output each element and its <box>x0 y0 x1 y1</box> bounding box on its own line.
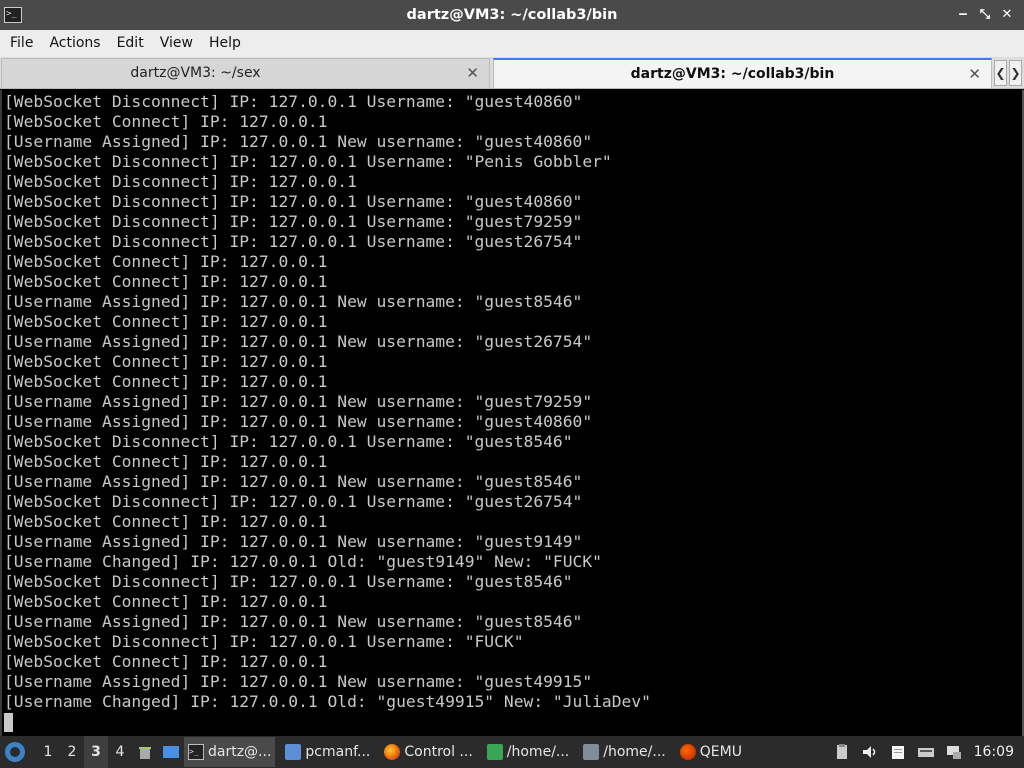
task-text-editor[interactable]: /home/... <box>483 737 573 767</box>
terminal-line: [WebSocket Disconnect] IP: 127.0.0.1 Use… <box>4 632 524 651</box>
network-icon[interactable] <box>945 743 963 761</box>
menu-bar: File Actions Edit View Help <box>0 30 1024 57</box>
terminal-line: [WebSocket Connect] IP: 127.0.0.1 <box>4 592 328 611</box>
feather-icon <box>583 744 600 760</box>
trash-icon[interactable] <box>134 736 156 768</box>
tab-sex[interactable]: dartz@VM3: ~/sex ✕ <box>1 58 490 88</box>
terminal-line: [WebSocket Connect] IP: 127.0.0.1 <box>4 452 328 471</box>
terminal-line: [WebSocket Connect] IP: 127.0.0.1 <box>4 512 328 531</box>
terminal-cursor <box>4 713 13 732</box>
close-button[interactable]: ✕ <box>996 4 1018 26</box>
terminal-line: [Username Changed] IP: 127.0.0.1 Old: "g… <box>4 692 651 711</box>
desktop-1-button[interactable]: 1 <box>36 736 60 768</box>
menu-view[interactable]: View <box>152 30 201 57</box>
terminal-line: [WebSocket Connect] IP: 127.0.0.1 <box>4 272 328 291</box>
tab-collab3-bin[interactable]: dartz@VM3: ~/collab3/bin ✕ <box>493 58 992 88</box>
notes-icon[interactable] <box>889 743 907 761</box>
volume-icon[interactable] <box>861 743 879 761</box>
task-label: QEMU <box>699 744 742 760</box>
menu-edit[interactable]: Edit <box>109 30 152 57</box>
terminal-line: [Username Assigned] IP: 127.0.0.1 New us… <box>4 392 593 411</box>
terminal-app-icon[interactable]: >_ <box>4 7 22 23</box>
taskbar: 1 2 3 4 >_ dartz@... pcmanf... Control .… <box>0 736 1024 768</box>
window-title: dartz@VM3: ~/collab3/bin <box>406 7 618 23</box>
task-label: /home/... <box>603 744 666 760</box>
terminal-line: [WebSocket Disconnect] IP: 127.0.0.1 Use… <box>4 192 583 211</box>
qemu-icon <box>679 744 696 760</box>
terminal-line: [WebSocket Connect] IP: 127.0.0.1 <box>4 652 328 671</box>
terminal-line: [Username Assigned] IP: 127.0.0.1 New us… <box>4 472 583 491</box>
maximize-button[interactable]: ⤡ <box>974 4 996 26</box>
terminal-icon: >_ <box>188 744 204 760</box>
system-tray: 16:09 <box>828 736 1024 768</box>
terminal-line: [WebSocket Connect] IP: 127.0.0.1 <box>4 352 328 371</box>
terminal-line: [WebSocket Disconnect] IP: 127.0.0.1 Use… <box>4 232 583 251</box>
tab-scroll-right-icon[interactable]: ❯ <box>1009 60 1022 86</box>
tab-scroll-left-icon[interactable]: ❮ <box>994 60 1007 86</box>
tab-close-icon[interactable]: ✕ <box>466 59 479 87</box>
firefox-icon <box>384 744 401 760</box>
terminal-line: [WebSocket Disconnect] IP: 127.0.0.1 <box>4 172 357 191</box>
terminal-line: [WebSocket Connect] IP: 127.0.0.1 <box>4 112 328 131</box>
terminal-prompt-line <box>4 712 1022 732</box>
keyboard-icon[interactable] <box>917 743 935 761</box>
terminal-line: [WebSocket Connect] IP: 127.0.0.1 <box>4 312 328 331</box>
menu-help[interactable]: Help <box>201 30 249 57</box>
tab-label: dartz@VM3: ~/collab3/bin <box>630 66 835 82</box>
task-label: dartz@... <box>208 744 272 760</box>
desktop-2-button[interactable]: 2 <box>60 736 84 768</box>
terminal-line: [Username Assigned] IP: 127.0.0.1 New us… <box>4 612 583 631</box>
terminal-line: [Username Changed] IP: 127.0.0.1 Old: "g… <box>4 552 602 571</box>
lxqt-logo-icon <box>5 742 25 762</box>
desktop-3-button[interactable]: 3 <box>84 736 108 768</box>
task-terminal[interactable]: >_ dartz@... <box>184 737 276 767</box>
task-label: /home/... <box>506 744 570 760</box>
terminal-line: [Username Assigned] IP: 127.0.0.1 New us… <box>4 332 593 351</box>
tab-close-icon[interactable]: ✕ <box>968 60 981 88</box>
show-desktop-icon[interactable] <box>160 736 182 768</box>
task-qemu[interactable]: QEMU <box>676 737 746 767</box>
terminal-line: [WebSocket Disconnect] IP: 127.0.0.1 Use… <box>4 212 583 231</box>
menu-actions[interactable]: Actions <box>41 30 108 57</box>
terminal-line: [WebSocket Disconnect] IP: 127.0.0.1 Use… <box>4 92 583 111</box>
start-menu-button[interactable] <box>0 736 30 768</box>
terminal-line: [WebSocket Disconnect] IP: 127.0.0.1 Use… <box>4 572 573 591</box>
terminal-line: [Username Assigned] IP: 127.0.0.1 New us… <box>4 672 593 691</box>
minimize-button[interactable]: ‒ <box>952 4 974 26</box>
terminal-line: [Username Assigned] IP: 127.0.0.1 New us… <box>4 532 583 551</box>
terminal-line: [WebSocket Disconnect] IP: 127.0.0.1 Use… <box>4 432 573 451</box>
terminal-line: [Username Assigned] IP: 127.0.0.1 New us… <box>4 412 593 431</box>
terminal-line: [WebSocket Connect] IP: 127.0.0.1 <box>4 372 328 391</box>
task-feather-editor[interactable]: /home/... <box>579 737 669 767</box>
desktop-4-button[interactable]: 4 <box>108 736 132 768</box>
task-label: Control ... <box>404 744 473 760</box>
tab-bar: dartz@VM3: ~/sex ✕ dartz@VM3: ~/collab3/… <box>0 57 1024 89</box>
clipboard-icon[interactable] <box>833 743 851 761</box>
text-editor-icon <box>486 744 503 760</box>
task-label: pcmanf... <box>305 744 371 760</box>
terminal-line: [WebSocket Connect] IP: 127.0.0.1 <box>4 252 328 271</box>
window-titlebar[interactable]: >_ dartz@VM3: ~/collab3/bin ‒ ⤡ ✕ <box>0 0 1024 30</box>
folder-icon <box>285 744 302 760</box>
terminal-line: [Username Assigned] IP: 127.0.0.1 New us… <box>4 132 593 151</box>
terminal-output[interactable]: [WebSocket Disconnect] IP: 127.0.0.1 Use… <box>0 90 1022 736</box>
tab-label: dartz@VM3: ~/sex <box>130 65 261 81</box>
terminal-line: [WebSocket Disconnect] IP: 127.0.0.1 Use… <box>4 152 612 171</box>
menu-file[interactable]: File <box>2 30 41 57</box>
clock[interactable]: 16:09 <box>974 744 1014 760</box>
task-firefox[interactable]: Control ... <box>380 737 476 767</box>
terminal-line: [WebSocket Disconnect] IP: 127.0.0.1 Use… <box>4 492 583 511</box>
task-pcmanfm[interactable]: pcmanf... <box>281 737 374 767</box>
terminal-line: [Username Assigned] IP: 127.0.0.1 New us… <box>4 292 583 311</box>
